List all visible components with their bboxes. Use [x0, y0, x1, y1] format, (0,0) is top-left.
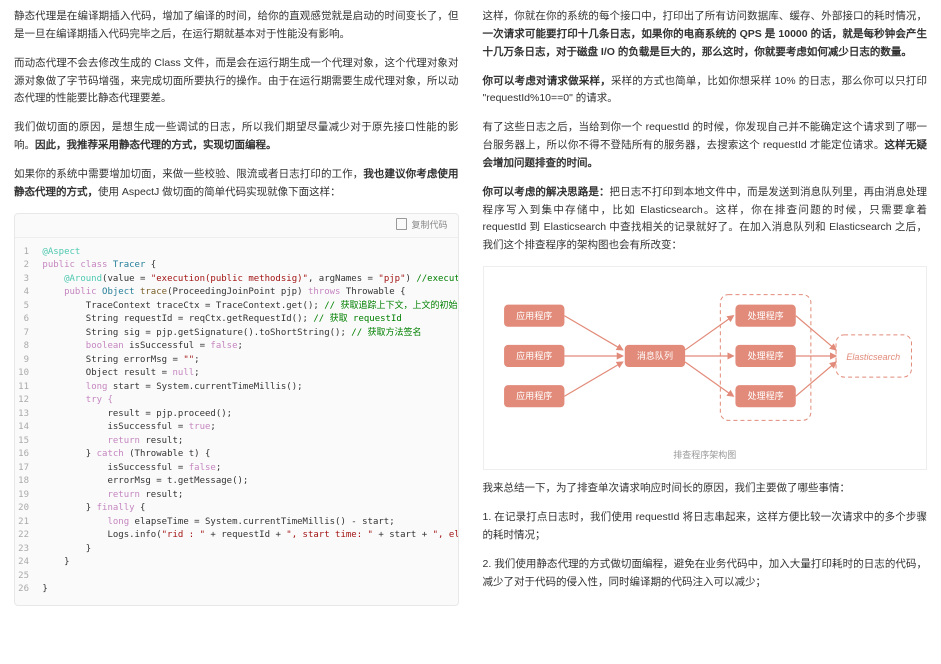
paragraph: 我来总结一下，为了排查单次请求响应时间长的原因，我们主要做了哪些事情：	[483, 480, 928, 498]
svg-text:应用程序: 应用程序	[516, 310, 552, 321]
paragraph: 2. 我们使用静态代理的方式做切面编程，避免在业务代码中，加入大量打印耗时的日志…	[483, 556, 928, 592]
paragraph: 而动态代理不会去修改生成的 Class 文件，而是会在运行期生成一个代理对象，这…	[14, 55, 459, 109]
code-content: 1 @Aspect 2 public class Tracer { 3 @Aro…	[15, 238, 458, 605]
svg-text:应用程序: 应用程序	[516, 390, 552, 401]
svg-text:Elasticsearch: Elasticsearch	[846, 352, 900, 362]
paragraph: 你可以考虑的解决思路是：把日志不打印到本地文件中，而是发送到消息队列里，再由消息…	[483, 184, 928, 255]
svg-text:处理程序: 处理程序	[747, 310, 783, 321]
paragraph: 静态代理是在编译期插入代码，增加了编译的时间，给你的直观感觉就是启动的时间变长了…	[14, 8, 459, 44]
svg-text:应用程序: 应用程序	[516, 350, 552, 361]
paragraph: 如果你的系统中需要增加切面，来做一些校验、限流或者日志打印的工作，我也建议你考虑…	[14, 166, 459, 202]
paragraph: 你可以考虑对请求做采样，采样的方式也简单，比如你想采样 10% 的日志，那么你可…	[483, 73, 928, 109]
left-column: 静态代理是在编译期插入代码，增加了编译的时间，给你的直观感觉就是启动的时间变长了…	[14, 8, 459, 656]
code-block: 复制代码 1 @Aspect 2 public class Tracer { 3…	[14, 213, 459, 606]
right-column: 这样，你就在你的系统的每个接口中，打印出了所有访问数据库、缓存、外部接口的耗时情…	[483, 8, 928, 656]
paragraph: 我们做切面的原因，是想生成一些调试的日志，所以我们期望尽量减少对于原先接口性能的…	[14, 119, 459, 155]
svg-text:处理程序: 处理程序	[747, 350, 783, 361]
diagram-caption: 排查程序架构图	[494, 448, 917, 463]
svg-text:消息队列: 消息队列	[636, 350, 672, 361]
paragraph: 1. 在记录打点日志时，我们使用 requestId 将日志串起来，这样方便比较…	[483, 509, 928, 545]
svg-text:处理程序: 处理程序	[747, 390, 783, 401]
copy-icon[interactable]	[398, 220, 407, 230]
code-header: 复制代码	[15, 214, 458, 238]
paragraph: 有了这些日志之后，当给到你一个 requestId 的时候，你发现自己并不能确定…	[483, 119, 928, 173]
architecture-diagram: 应用程序 应用程序 应用程序 消息队列 处理程序 处理程序 处理程序 Elast…	[483, 266, 928, 470]
copy-button[interactable]: 复制代码	[411, 218, 447, 233]
paragraph: 这样，你就在你的系统的每个接口中，打印出了所有访问数据库、缓存、外部接口的耗时情…	[483, 8, 928, 62]
